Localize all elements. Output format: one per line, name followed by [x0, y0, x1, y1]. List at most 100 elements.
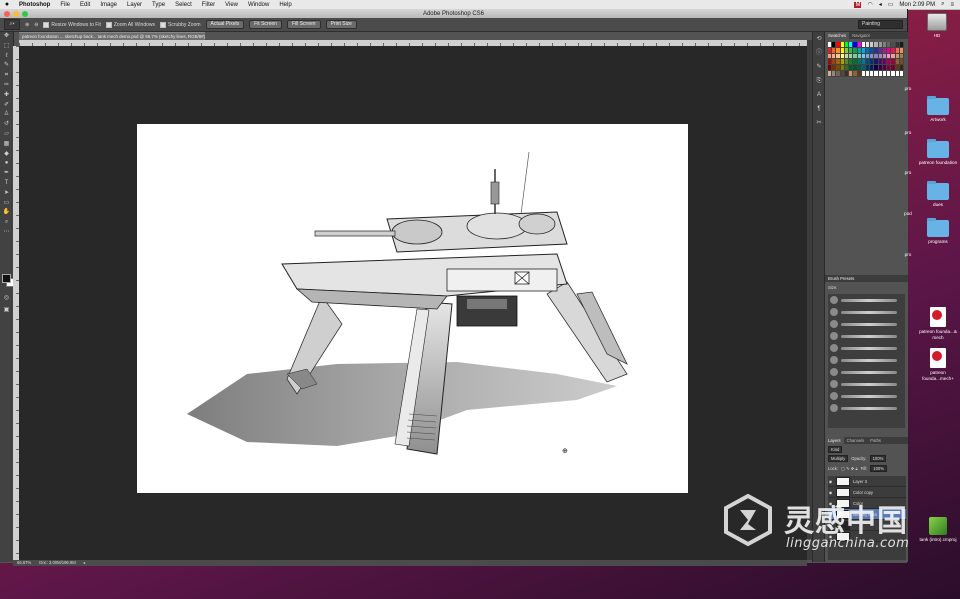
brush-preset[interactable] [828, 330, 905, 342]
brush-presets-tab[interactable]: Brush Presets [825, 275, 908, 282]
dodge-tool-icon[interactable]: ● [0, 159, 13, 169]
menu-window[interactable]: Window [243, 2, 274, 8]
document-tab[interactable]: patreon foundation ... sketchup back... … [19, 32, 205, 40]
status-m-icon[interactable]: M [854, 1, 862, 8]
blur-tool-icon[interactable]: ◆ [0, 150, 13, 160]
path-select-tool-icon[interactable]: ➤ [0, 189, 13, 199]
move-tool-icon[interactable]: ✥ [0, 32, 13, 42]
fill-screen-button[interactable]: Fill Screen [286, 20, 321, 29]
zoom-level[interactable]: 66.67% [17, 560, 31, 566]
brush-preset[interactable] [828, 354, 905, 366]
search-icon[interactable]: ⌕ [941, 1, 944, 8]
kind-filter-select[interactable]: Kind [828, 446, 843, 453]
doc-size[interactable]: Doc: 3.00M/196.9M [39, 560, 76, 566]
tab-swatches[interactable]: Swatches [825, 32, 850, 39]
folder-icon [927, 139, 949, 158]
desktop-file-patreon-1[interactable]: patreon founda...& mech [914, 307, 960, 340]
pdf-file-icon [930, 307, 946, 327]
brush-preset[interactable] [828, 294, 905, 306]
clone-stamp-tool-icon[interactable]: ♙ [0, 110, 13, 120]
shape-tool-icon[interactable]: ▭ [0, 199, 13, 209]
resize-windows-checkbox[interactable]: Resize Windows to Fit [43, 21, 101, 28]
resize-windows-label: Resize Windows to Fit [51, 21, 101, 28]
hand-tool-icon[interactable]: ✋ [0, 208, 13, 218]
brush-preset[interactable] [828, 402, 905, 414]
brush-preset-list[interactable] [828, 294, 905, 428]
document-canvas[interactable] [137, 124, 688, 493]
zoom-icon[interactable] [22, 10, 28, 17]
list-icon[interactable]: ≡ [950, 2, 954, 8]
menu-select[interactable]: Select [170, 2, 197, 8]
wifi-icon[interactable]: ◠ [867, 1, 872, 8]
foreground-color-swatch[interactable] [2, 274, 11, 283]
eye-icon[interactable]: ◉ [828, 479, 833, 484]
menu-file[interactable]: File [55, 2, 75, 8]
minimize-icon[interactable] [13, 10, 19, 17]
zoom-in-icon[interactable]: ⊕ [25, 22, 29, 28]
menu-filter[interactable]: Filter [197, 2, 220, 8]
color-picker[interactable] [2, 274, 15, 287]
brush-preset[interactable] [828, 342, 905, 354]
print-size-button[interactable]: Print Size [325, 20, 357, 29]
desktop-hd[interactable]: HD [913, 13, 960, 39]
menu-app[interactable]: Photoshop [14, 2, 55, 8]
tab-layers[interactable]: Layers [825, 437, 844, 444]
zoom-tool-icon[interactable]: ⌕▾ [4, 19, 20, 30]
tab-paths[interactable]: Paths [867, 437, 884, 444]
desktop-folder-patreon[interactable]: patreon foundation [914, 139, 960, 166]
blend-mode-select[interactable]: Multiply [828, 455, 849, 462]
desktop-folder-artwork[interactable]: Artwork [914, 96, 960, 123]
volume-icon[interactable]: ◂ [879, 1, 882, 8]
pen-tool-icon[interactable]: ✒ [0, 169, 13, 179]
tab-navigator[interactable]: Navigator [849, 32, 873, 39]
opacity-input[interactable]: 100% [869, 455, 887, 462]
zoom-tool-icon[interactable]: ⌕ [0, 218, 13, 228]
menu-edit[interactable]: Edit [75, 2, 95, 8]
layer-row[interactable]: ◉ Layer 3 [828, 476, 906, 487]
lock-icons[interactable]: ▢ ✎ ✥ 🔒︎ [841, 466, 858, 471]
status-arrow-icon[interactable]: ▸ [84, 560, 86, 566]
scrubby-zoom-checkbox[interactable]: Scrubby Zoom [160, 21, 201, 28]
eyedropper-tool-icon[interactable]: ✑ [0, 81, 13, 91]
menu-image[interactable]: Image [95, 2, 122, 8]
menu-help[interactable]: Help [274, 2, 296, 8]
eraser-tool-icon[interactable]: ▱ [0, 130, 13, 140]
brush-preset[interactable] [828, 306, 905, 318]
desktop-file-patreon-2[interactable]: patreon founda...mech+ [914, 348, 960, 381]
menubar-clock[interactable]: Mon 2:09 PM [899, 2, 935, 8]
marquee-tool-icon[interactable]: ⬚ [0, 42, 13, 52]
brush-preset[interactable] [828, 378, 905, 390]
desktop-folder-programs[interactable]: programs [914, 218, 960, 245]
menu-layer[interactable]: Layer [122, 2, 147, 8]
fill-input[interactable]: 100% [870, 465, 887, 472]
brush-tool-icon[interactable]: ✐ [0, 101, 13, 111]
zoom-all-checkbox[interactable]: Zoom All Windows [105, 21, 155, 28]
zoom-out-icon[interactable]: ⊖ [34, 22, 38, 28]
crop-tool-icon[interactable]: ⌗ [0, 71, 13, 81]
quick-mask-icon[interactable]: ◎ [0, 294, 13, 304]
apple-icon[interactable]: ● [0, 1, 14, 8]
actual-pixels-button[interactable]: Actual Pixels [205, 20, 245, 29]
brush-preset[interactable] [828, 390, 905, 402]
tab-channels[interactable]: Channels [844, 437, 868, 444]
screen-mode-icon[interactable]: ▣ [0, 306, 13, 316]
desktop-folder-dues[interactable]: dues [914, 181, 960, 208]
brush-tip-icon [830, 356, 838, 364]
close-icon[interactable] [4, 10, 10, 17]
gradient-tool-icon[interactable]: ▦ [0, 140, 13, 150]
swatches-grid[interactable] [828, 42, 904, 84]
menu-view[interactable]: View [220, 2, 243, 8]
workspace-select[interactable]: Painting [858, 20, 903, 29]
brush-preset[interactable] [828, 318, 905, 330]
extra-tool-icon[interactable]: ⋯ [0, 228, 13, 238]
lasso-tool-icon[interactable]: ℓ [0, 52, 13, 62]
fit-screen-button[interactable]: Fit Screen [249, 20, 282, 29]
battery-icon[interactable]: ▭ [888, 1, 894, 8]
menu-type[interactable]: Type [147, 2, 170, 8]
type-tool-icon[interactable]: T [0, 179, 13, 189]
canvas-area[interactable]: ⊕ [19, 46, 807, 560]
healing-brush-tool-icon[interactable]: ✚ [0, 91, 13, 101]
history-brush-tool-icon[interactable]: ↺ [0, 120, 13, 130]
quick-select-tool-icon[interactable]: ✎ [0, 61, 13, 71]
brush-preset[interactable] [828, 366, 905, 378]
